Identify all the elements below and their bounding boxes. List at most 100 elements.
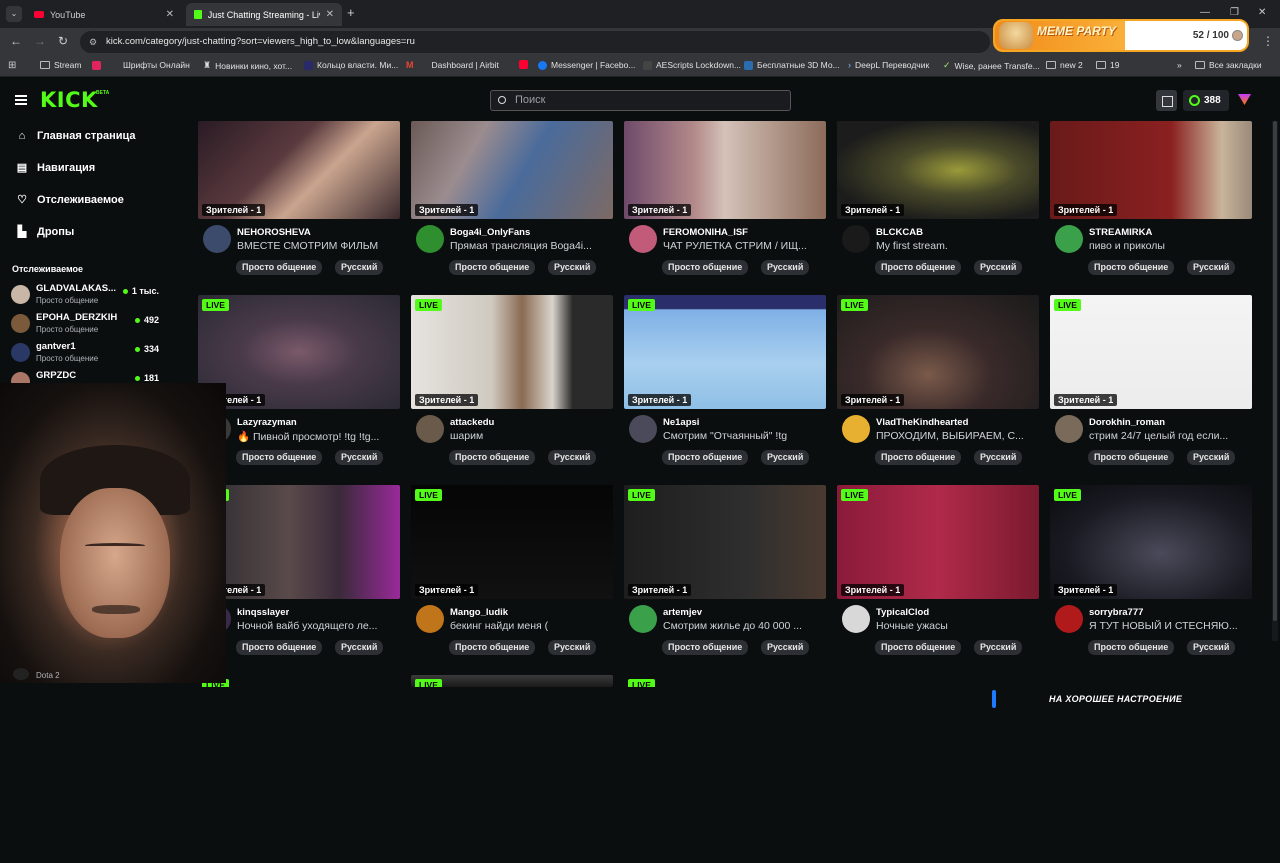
channel-name[interactable]: NEHOROSHEVA (237, 227, 311, 238)
tab-kick[interactable]: Just Chatting Streaming - Live S ✕ (186, 3, 342, 26)
stream-card[interactable]: LIVE Зрителей - 1 artemjev Смотрим жилье до… (624, 485, 826, 673)
channel-name[interactable]: Mango_ludik (450, 607, 508, 618)
tag-category[interactable]: Просто общение (236, 450, 323, 465)
avatar[interactable] (416, 415, 444, 443)
tag-category[interactable]: Просто общение (875, 640, 962, 655)
avatar[interactable] (629, 225, 657, 253)
stream-thumbnail[interactable]: LIVEЗрителей - 1 (837, 485, 1039, 599)
minimize-icon[interactable]: — (1200, 7, 1210, 18)
sidebar-item-browse[interactable]: ▤ Навигация (16, 162, 95, 174)
stream-card[interactable]: LIVE Зрителей - 1 Dorokhin_roman стрим 24/7… (1050, 295, 1252, 483)
search-input[interactable]: Поиск (490, 90, 791, 111)
bookmark-item[interactable]: new 2 (1046, 60, 1083, 70)
stream-card[interactable]: LIVEЗрителей - 1 kinqsslayer Ночной вайб у… (198, 485, 400, 673)
maximize-icon[interactable]: ❐ (1230, 7, 1239, 18)
bookmark-item[interactable]: M Dashboard | Airbit (406, 60, 499, 70)
tag-category[interactable]: Просто общение (236, 260, 323, 275)
tag-language[interactable]: Русский (335, 450, 384, 465)
tab-list-button[interactable]: ⌄ (6, 6, 22, 22)
stream-card[interactable]: Зрителей - 1 Boga4i_OnlyFans Прямая трансл… (411, 121, 613, 309)
stream-title[interactable]: Смотрим жилье до 40 000 ... (663, 620, 802, 632)
stream-card[interactable]: LIVE (411, 675, 613, 863)
tag-category[interactable]: Просто общение (875, 260, 962, 275)
bookmark-item[interactable]: AEScripts Lockdown... (643, 60, 741, 70)
stream-card[interactable]: LIVE (198, 675, 400, 863)
bookmark-item[interactable]: Кольцо власти. Ми... (304, 60, 398, 70)
channel-name[interactable]: artemjev (663, 607, 702, 618)
channel-name[interactable]: kinqsslayer (237, 607, 289, 618)
channel-name[interactable]: FEROMONIHA_ISF (663, 227, 748, 238)
stream-title[interactable]: стрим 24/7 целый год если... (1089, 430, 1228, 442)
new-tab-button[interactable]: + (347, 5, 355, 20)
kick-logo[interactable]: KICK (40, 88, 98, 112)
stream-card[interactable]: Зрителей - 1 NEHOROSHEVA ВМЕСТЕ СМОТРИМ ФИ… (198, 121, 400, 309)
back-icon[interactable]: ← (10, 34, 22, 48)
sidebar-item-following[interactable]: ♡ Отслеживаемое (16, 194, 124, 206)
tag-category[interactable]: Просто общение (1088, 260, 1175, 275)
stream-title[interactable]: 🔥 Пивной просмотр! !tg !tg... (237, 430, 379, 443)
followed-channel[interactable]: gantver1 Просто общение 334 (11, 340, 161, 368)
stream-title[interactable]: пиво и приколы (1089, 240, 1165, 252)
stream-card[interactable]: LIVE (624, 675, 826, 863)
bookmark-item[interactable]: Stream (40, 60, 81, 70)
avatar[interactable] (629, 605, 657, 633)
stream-title[interactable]: Ночной вайб уходящего ле... (237, 620, 377, 632)
stream-thumbnail[interactable]: LIVEЗрителей - 1 (411, 295, 613, 409)
tag-language[interactable]: Русский (1187, 450, 1236, 465)
stream-title[interactable]: шарим (450, 430, 483, 442)
stream-thumbnail[interactable]: LIVEЗрителей - 1 (837, 295, 1039, 409)
tag-language[interactable]: Русский (335, 260, 384, 275)
stream-card[interactable]: Зрителей - 1 STREAMIRKA пиво и приколы Прос… (1050, 121, 1252, 309)
tag-category[interactable]: Просто общение (662, 260, 749, 275)
stream-thumbnail[interactable]: LIVE (624, 675, 826, 687)
stream-thumbnail[interactable]: Зрителей - 1 (1050, 121, 1252, 219)
stream-thumbnail[interactable]: LIVEЗрителей - 1 (411, 485, 613, 599)
channel-name[interactable]: Dorokhin_roman (1089, 417, 1165, 428)
tag-category[interactable]: Просто общение (1088, 640, 1175, 655)
forward-icon[interactable]: → (34, 34, 46, 48)
tag-category[interactable]: Просто общение (449, 260, 536, 275)
avatar[interactable] (842, 415, 870, 443)
stream-title[interactable]: My first stream. (876, 240, 948, 252)
bookmark-item[interactable]: Шрифты Онлайн (92, 60, 190, 70)
tag-category[interactable]: Просто общение (1088, 450, 1175, 465)
stream-card[interactable]: Зрителей - 1 FEROMONIHA_ISF ЧАТ РУЛЕТКА СТ… (624, 121, 826, 309)
stream-thumbnail[interactable]: LIVEЗрителей - 1 (198, 485, 400, 599)
stream-title[interactable]: Я ТУТ НОВЫЙ И СТЕСНЯЮ... (1089, 620, 1238, 632)
stream-thumbnail[interactable]: LIVE (198, 675, 400, 687)
tag-language[interactable]: Русский (761, 640, 810, 655)
channel-name[interactable]: VladTheKindhearted (876, 417, 968, 428)
tag-category[interactable]: Просто общение (236, 640, 323, 655)
channel-name[interactable]: STREAMIRKA (1089, 227, 1152, 238)
close-tab-icon[interactable]: ✕ (326, 9, 334, 20)
avatar[interactable] (416, 225, 444, 253)
stream-title[interactable]: ЧАТ РУЛЕТКА СТРИМ / ИЩ... (663, 240, 807, 252)
sidebar-item-home[interactable]: ⌂ Главная страница (16, 130, 136, 142)
stream-thumbnail[interactable]: LIVEЗрителей - 1 (624, 295, 826, 409)
avatar[interactable] (1055, 415, 1083, 443)
more-bookmarks-icon[interactable]: » (1177, 60, 1182, 70)
followed-channel[interactable]: EPOHA_DERZKIH Просто общение 492 (11, 311, 161, 339)
stream-card[interactable]: LIVE Зрителей - 1 VladTheKindhearted ПРОХОД… (837, 295, 1039, 483)
tag-language[interactable]: Русский (761, 260, 810, 275)
bookmark-item[interactable] (519, 60, 528, 69)
stream-thumbnail[interactable]: Зрителей - 1 (411, 121, 613, 219)
reload-icon[interactable]: ↻ (58, 34, 68, 48)
stream-card[interactable]: LIVE Зрителей - 1 Mango_ludik бекинг найди … (411, 485, 613, 673)
apps-icon[interactable]: ⊞ (8, 60, 16, 71)
channel-name[interactable]: attackedu (450, 417, 494, 428)
stream-title[interactable]: Прямая трансляция Boga4i... (450, 240, 592, 252)
channel-name[interactable]: Lazyrazyman (237, 417, 297, 428)
tag-language[interactable]: Русский (548, 260, 597, 275)
tab-youtube[interactable]: YouTube ✕ (26, 3, 182, 26)
stream-title[interactable]: бекинг найди меня ( (450, 620, 548, 632)
followed-channel[interactable]: GLADVALAKAS... Просто общение 1 тыс. (11, 282, 161, 310)
avatar[interactable] (1055, 225, 1083, 253)
stream-thumbnail[interactable]: LIVEЗрителей - 1 (1050, 295, 1252, 409)
stream-card[interactable]: LIVE Зрителей - 1 Ne1apsi Смотрим "Отчаянны… (624, 295, 826, 483)
tag-category[interactable]: Просто общение (875, 450, 962, 465)
stream-title[interactable]: Смотрим "Отчаянный" !tg (663, 430, 787, 442)
stream-card[interactable]: LIVE Зрителей - 1 attackedu шарим Просто общ… (411, 295, 613, 483)
tag-category[interactable]: Просто общение (449, 450, 536, 465)
channel-name[interactable]: BLCKCAB (876, 227, 923, 238)
